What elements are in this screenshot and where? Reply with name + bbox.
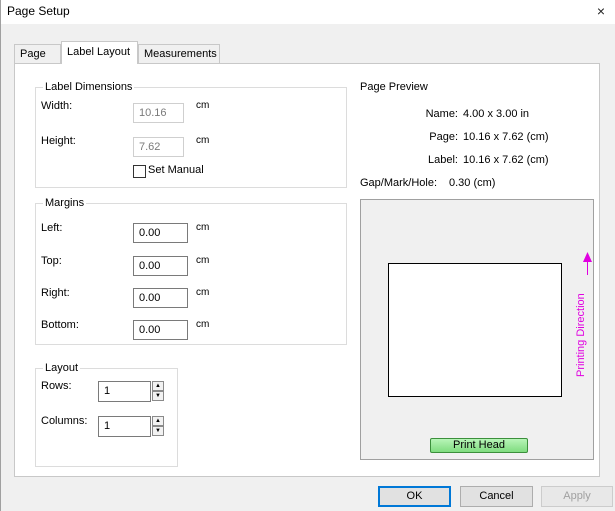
tab-label-layout[interactable]: Label Layout [61,41,138,64]
right-margin-label: Right: [41,287,70,299]
bottom-margin-input[interactable]: 0.00 [133,320,188,340]
page-setup-dialog: Page Setup × Page Label Layout Measureme… [0,0,615,511]
label-dimensions-group: Label Dimensions Width: 10.16 cm Height:… [35,81,347,188]
columns-input[interactable]: 1 [98,416,151,437]
bottom-margin-label: Bottom: [41,319,79,331]
height-unit: cm [196,135,210,146]
preview-name-label: Name: [425,108,458,120]
preview-gap-label: Gap/Mark/Hole: [360,177,438,189]
top-margin-label: Top: [41,255,62,267]
label-layout-panel: Label Dimensions Width: 10.16 cm Height:… [14,63,600,477]
page-preview-title: Page Preview [360,81,428,93]
window-title: Page Setup [7,4,70,18]
preview-label-value: 10.16 x 7.62 (cm) [463,154,549,166]
tab-page[interactable]: Page [14,44,61,63]
left-margin-label: Left: [41,222,63,234]
left-margin-input[interactable]: 0.00 [133,223,188,243]
print-head-bar: Print Head [430,438,528,453]
arrow-up-icon [583,252,592,262]
top-margin-input[interactable]: 0.00 [133,256,188,276]
layout-title: Layout [43,362,81,374]
preview-name-value: 4.00 x 3.00 in [463,108,530,120]
close-icon[interactable]: × [593,2,609,20]
spin-down-icon[interactable]: ▼ [152,391,164,401]
height-input[interactable]: 7.62 [133,137,184,157]
preview-label-label: Label: [428,154,458,166]
spin-up-icon[interactable]: ▲ [152,381,164,391]
title-bar: Page Setup × [1,0,615,24]
right-margin-unit: cm [196,287,210,298]
rows-label: Rows: [41,380,72,392]
columns-label: Columns: [41,415,88,427]
width-input[interactable]: 10.16 [133,103,184,123]
set-manual-checkbox[interactable] [133,165,146,178]
spin-up-icon[interactable]: ▲ [152,416,164,426]
top-margin-unit: cm [196,255,210,266]
label-dimensions-title: Label Dimensions [43,81,135,93]
width-unit: cm [196,100,210,111]
direction-line [587,262,588,275]
columns-spinner: ▲ ▼ [152,416,164,437]
margins-title: Margins [43,197,87,209]
width-label: Width: [41,100,73,112]
preview-canvas: Print Head Printing Direction [360,199,594,460]
layout-group: Layout Rows: 1 ▲ ▼ Columns: 1 ▲ ▼ [35,362,178,467]
spin-down-icon[interactable]: ▼ [152,426,164,436]
label-preview-rect [388,263,562,397]
apply-button[interactable]: Apply [541,486,613,507]
height-label: Height: [41,135,76,147]
left-margin-unit: cm [196,222,210,233]
tab-measurements[interactable]: Measurements [138,44,220,63]
preview-page-value: 10.16 x 7.62 (cm) [463,131,549,143]
margins-group: Margins Left: 0.00 cm Top: 0.00 cm Right… [35,197,347,345]
rows-input[interactable]: 1 [98,381,151,402]
ok-button[interactable]: OK [378,486,451,507]
right-margin-input[interactable]: 0.00 [133,288,188,308]
preview-gap-value: 0.30 (cm) [449,177,496,189]
bottom-margin-unit: cm [196,319,210,330]
printing-direction-text: Printing Direction [575,293,587,377]
cancel-button[interactable]: Cancel [460,486,533,507]
preview-page-label: Page: [429,131,458,143]
set-manual-label: Set Manual [148,164,204,176]
rows-spinner: ▲ ▼ [152,381,164,402]
